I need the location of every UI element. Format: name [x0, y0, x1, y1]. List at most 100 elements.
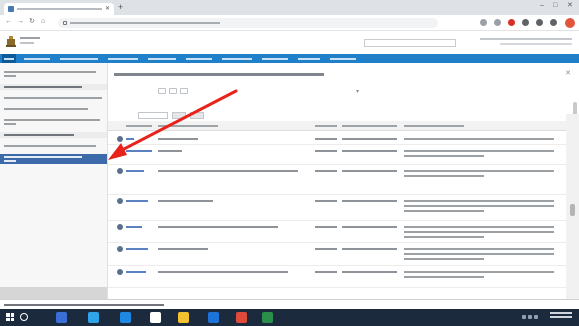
sidebar-item[interactable]: [0, 143, 107, 149]
sidebar-item-label: [4, 156, 82, 158]
table-row[interactable]: ›: [108, 243, 572, 266]
minimize-icon[interactable]: –: [540, 2, 544, 9]
expand-row-icon[interactable]: [117, 224, 123, 230]
taskbar-app-icon[interactable]: [236, 312, 247, 323]
table-row[interactable]: ›: [108, 195, 572, 221]
expand-row-icon[interactable]: [117, 168, 123, 174]
menu-item[interactable]: [106, 54, 140, 63]
filter-button[interactable]: [169, 88, 177, 94]
menu-item[interactable]: [220, 54, 254, 63]
expand-row-icon[interactable]: [117, 246, 123, 252]
expand-row-icon[interactable]: [117, 148, 123, 154]
header-search-input[interactable]: [364, 39, 456, 47]
taskbar-app-icon[interactable]: [88, 312, 99, 323]
menu-item[interactable]: [296, 54, 322, 63]
extension-icon[interactable]: [550, 19, 557, 26]
window-close-icon[interactable]: ✕: [567, 2, 573, 9]
filter-button[interactable]: [158, 88, 166, 94]
sidebar-item[interactable]: [0, 117, 107, 127]
table-row[interactable]: ›: [108, 145, 572, 165]
row-title: [158, 150, 182, 152]
row-id-link[interactable]: [126, 200, 148, 202]
row-id-link[interactable]: [126, 226, 142, 228]
battery-icon[interactable]: [534, 315, 538, 319]
extension-icon[interactable]: [480, 19, 487, 26]
filter-button[interactable]: [180, 88, 188, 94]
reload-icon[interactable]: ↻: [29, 18, 35, 25]
taskbar-app-icon[interactable]: [120, 312, 131, 323]
column-header[interactable]: [315, 125, 337, 127]
grid-action-button[interactable]: [172, 111, 186, 119]
menu-item[interactable]: [22, 54, 52, 63]
extension-icon[interactable]: [536, 19, 543, 26]
browser-tab-strip: ✕ + – □ ✕: [0, 0, 579, 15]
row-description: [404, 200, 554, 202]
extension-icon[interactable]: [494, 19, 501, 26]
row-id-link[interactable]: [126, 138, 134, 140]
column-header[interactable]: [158, 125, 218, 127]
address-bar[interactable]: [58, 18, 438, 28]
network-icon[interactable]: [522, 315, 526, 319]
taskbar-app-icon[interactable]: [56, 312, 67, 323]
windows-start-icon[interactable]: [6, 313, 14, 321]
column-header[interactable]: [342, 125, 397, 127]
row-description: [404, 170, 554, 172]
taskbar-app-icon[interactable]: [208, 312, 219, 323]
menu-item[interactable]: [328, 54, 358, 63]
menu-item[interactable]: [260, 54, 290, 63]
chevron-down-icon[interactable]: ▾: [356, 89, 359, 95]
row-id-link[interactable]: [126, 248, 148, 250]
grid-action-button[interactable]: [190, 111, 204, 119]
sidebar-item[interactable]: [0, 95, 107, 101]
arrow-left-icon[interactable]: ←: [5, 18, 12, 25]
menu-item[interactable]: [2, 54, 16, 63]
sidebar-item[interactable]: [0, 132, 107, 138]
row-description: [404, 253, 554, 255]
table-row[interactable]: ›: [108, 221, 572, 243]
expand-row-icon[interactable]: [117, 136, 123, 142]
extension-icon[interactable]: [522, 19, 529, 26]
taskbar-app-icon[interactable]: [150, 312, 161, 323]
close-icon[interactable]: ✕: [105, 6, 110, 12]
menu-item[interactable]: [146, 54, 178, 63]
column-header[interactable]: [126, 125, 152, 127]
taskbar-app-icon[interactable]: [178, 312, 189, 323]
row-id-link[interactable]: [126, 170, 144, 172]
expand-row-icon[interactable]: [117, 198, 123, 204]
grid-search-input[interactable]: [138, 111, 168, 119]
arrow-right-icon[interactable]: →: [17, 18, 24, 25]
os-taskbar: [0, 309, 579, 326]
profile-avatar[interactable]: [565, 18, 575, 28]
lock-icon: [63, 21, 67, 25]
column-header[interactable]: [404, 125, 464, 127]
menu-item[interactable]: [184, 54, 214, 63]
sidebar-item[interactable]: [0, 106, 107, 112]
taskbar-app-icon[interactable]: [262, 312, 273, 323]
sidebar-item-selected[interactable]: [0, 154, 107, 164]
row-date: [342, 150, 397, 152]
table-row[interactable]: ›: [108, 133, 572, 145]
row-id-link[interactable]: [126, 271, 146, 273]
plus-icon[interactable]: +: [118, 3, 123, 12]
search-icon[interactable]: [20, 313, 28, 321]
grid-vertical-scrollbar[interactable]: [566, 114, 579, 299]
maximize-icon[interactable]: □: [553, 2, 557, 9]
sidebar-item-label: [4, 123, 16, 125]
table-row[interactable]: ›: [108, 165, 572, 195]
close-icon[interactable]: ✕: [565, 70, 571, 77]
system-clock[interactable]: [550, 312, 572, 323]
sidebar-item[interactable]: [0, 69, 107, 79]
menu-item-label: [222, 57, 252, 60]
extension-icon[interactable]: [508, 19, 515, 26]
screen: ✕ + – □ ✕ ← → ↻ ⌂ ✕ ▾: [0, 0, 579, 326]
menu-item[interactable]: [58, 54, 100, 63]
table-row[interactable]: ›: [108, 266, 572, 288]
header-user-info: [500, 43, 572, 45]
volume-icon[interactable]: [528, 315, 532, 319]
home-icon[interactable]: ⌂: [41, 18, 45, 25]
browser-tab[interactable]: ✕: [4, 3, 114, 15]
header-links[interactable]: [480, 38, 572, 40]
expand-row-icon[interactable]: [117, 269, 123, 275]
sidebar-item[interactable]: [0, 84, 107, 90]
row-id-link[interactable]: [126, 150, 152, 152]
